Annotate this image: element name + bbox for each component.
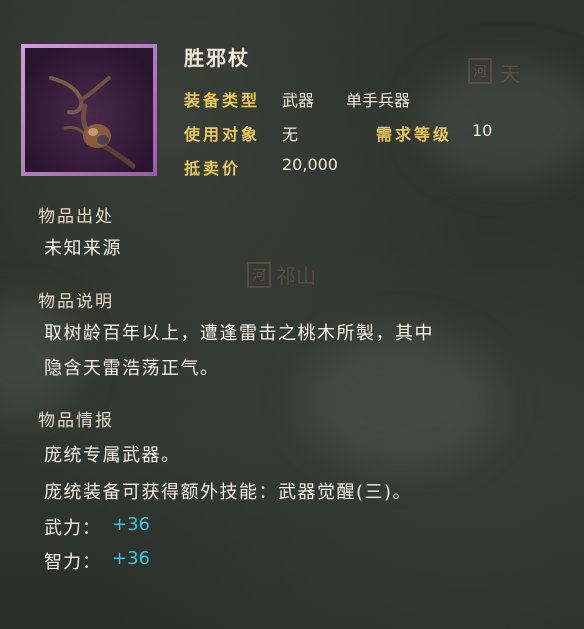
- target-value: 无: [282, 125, 299, 144]
- map-river-tag: 河: [247, 262, 271, 288]
- equip-subtype-value: 单手兵器: [346, 91, 411, 110]
- map-place-label: 天: [500, 62, 520, 86]
- map-river-tag: 河: [468, 58, 492, 84]
- equip-type-value: 武器: [282, 91, 315, 110]
- item-icon-frame: [21, 44, 157, 176]
- intel-line-2: 庞统装备可获得额外技能：武器觉醒(三)。: [44, 482, 413, 503]
- map-terrain: [300, 330, 500, 470]
- strength-value: +36: [112, 514, 150, 535]
- level-value: 10: [472, 121, 493, 140]
- target-label: 使用对象: [184, 125, 261, 144]
- map-place-label: 祁山: [276, 264, 316, 288]
- intelligence-value: +36: [112, 548, 150, 569]
- origin-text: 未知来源: [44, 238, 122, 259]
- price-label: 抵卖价: [184, 159, 242, 178]
- item-name: 胜邪杖: [184, 46, 250, 70]
- staff-icon: [25, 48, 153, 172]
- description-line-2: 隐含天雷浩荡正气。: [44, 358, 220, 379]
- intel-title: 物品情报: [38, 411, 114, 431]
- price-value: 20,000: [282, 155, 338, 174]
- strength-label: 武力：: [44, 518, 101, 539]
- level-label: 需求等级: [376, 125, 453, 144]
- description-line-1: 取树龄百年以上，遭逢雷击之桃木所製，其中: [44, 323, 434, 344]
- equip-type-label: 装备类型: [184, 91, 261, 110]
- origin-title: 物品出处: [38, 207, 114, 227]
- description-title: 物品说明: [38, 292, 114, 312]
- intel-line-1: 庞统专属武器。: [44, 445, 181, 466]
- intelligence-label: 智力：: [44, 552, 101, 573]
- item-tooltip: 河 天 河 祁山 胜邪杖 装备类型 武器 单手兵器 使用对象 无 需求等级 10…: [0, 0, 584, 629]
